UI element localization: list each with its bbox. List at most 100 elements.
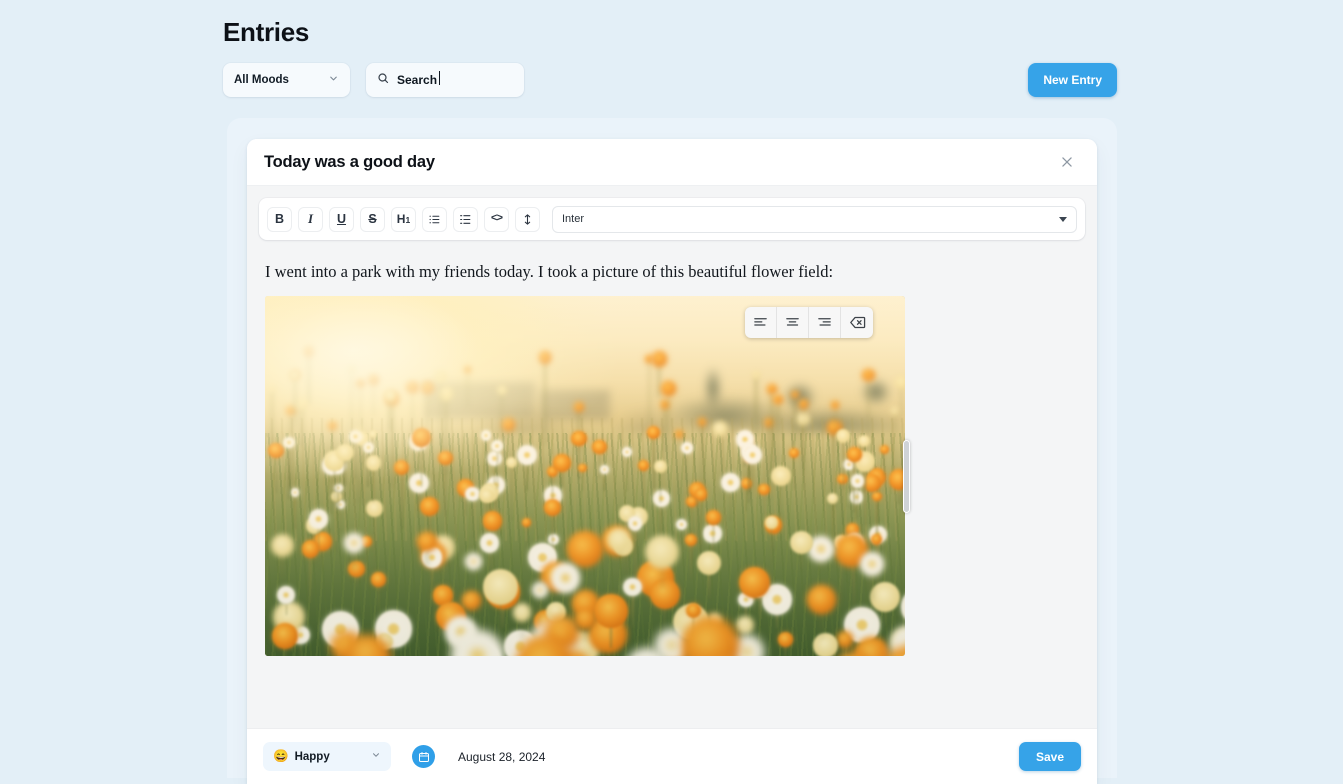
image-flower — [291, 488, 300, 497]
image-flower — [767, 384, 777, 394]
image-flower — [502, 418, 515, 431]
image-flower — [837, 631, 854, 648]
image-flower — [420, 497, 439, 516]
entry-image[interactable] — [265, 296, 905, 656]
mood-label: Happy — [295, 751, 330, 763]
code-block-button[interactable]: <> — [484, 207, 509, 232]
heading-1-button[interactable]: H1 — [391, 207, 416, 232]
image-flower — [661, 381, 676, 396]
strikethrough-button[interactable]: S — [360, 207, 385, 232]
image-flower — [272, 623, 298, 649]
image-flower — [522, 518, 531, 527]
underline-button[interactable]: U — [329, 207, 354, 232]
image-flower — [872, 492, 881, 501]
image-flower-stem — [582, 470, 583, 491]
image-flower-stem — [472, 498, 473, 539]
image-flowers-layer — [265, 296, 905, 656]
image-flower — [790, 531, 813, 554]
image-flower-stem — [340, 508, 341, 533]
image-flower-stem — [526, 461, 527, 491]
image-flower-stem — [389, 398, 390, 429]
image-flower — [268, 385, 275, 392]
image-flower-stem — [849, 468, 850, 507]
close-icon — [1060, 155, 1074, 169]
image-flower-stem — [752, 460, 753, 487]
image-flower — [497, 385, 507, 395]
mood-select[interactable]: 😄 Happy — [263, 742, 391, 771]
image-flower-stem — [634, 528, 635, 581]
chevron-down-icon — [371, 750, 381, 763]
image-flower-stem — [771, 392, 772, 476]
close-entry-button[interactable] — [1054, 149, 1080, 175]
image-flower-stem — [366, 545, 367, 570]
image-flower — [827, 493, 838, 504]
entry-card-shell: Today was a good day B I U S H1 — [227, 118, 1117, 778]
image-flower-stem — [391, 403, 392, 488]
image-flower-stem — [497, 450, 498, 490]
ordered-list-button[interactable] — [453, 207, 478, 232]
image-flower — [271, 534, 294, 557]
image-flower-stem — [632, 593, 633, 629]
image-flower-stem — [418, 447, 419, 475]
entry-title: Today was a good day — [264, 153, 435, 172]
image-flower — [438, 451, 452, 465]
image-flower — [462, 591, 481, 610]
save-button[interactable]: Save — [1019, 742, 1081, 771]
image-flower-stem — [351, 371, 352, 439]
mood-filter-select[interactable]: All Moods — [223, 63, 350, 97]
image-delete-button[interactable] — [841, 307, 873, 338]
image-flower-stem — [713, 522, 714, 551]
image-flower — [752, 371, 760, 379]
image-flower — [686, 603, 701, 618]
image-flower — [870, 582, 900, 612]
image-flower — [394, 460, 409, 475]
image-align-center-button[interactable] — [777, 307, 809, 338]
image-flower — [487, 451, 502, 466]
image-flower — [765, 516, 777, 528]
line-height-button[interactable] — [515, 207, 540, 232]
image-flower — [739, 567, 770, 598]
italic-button[interactable]: I — [298, 207, 323, 232]
image-flower — [296, 397, 308, 409]
image-flower — [831, 401, 839, 409]
image-flower-stem — [511, 466, 512, 521]
image-flower-stem — [864, 468, 865, 525]
ordered-list-icon — [459, 213, 472, 226]
image-flower — [807, 585, 836, 614]
image-flower — [334, 484, 343, 493]
mood-emoji-icon: 😄 — [273, 750, 289, 763]
image-flower-stem — [700, 499, 701, 555]
image-flower — [721, 473, 740, 492]
image-flower-stem — [431, 564, 432, 593]
image-flower — [302, 540, 319, 557]
page-title: Entries — [223, 17, 309, 48]
entry-image-block[interactable] — [265, 296, 905, 656]
image-flower-stem — [746, 487, 747, 511]
bold-button[interactable]: B — [267, 207, 292, 232]
image-flower — [647, 426, 660, 439]
image-resize-handle[interactable] — [903, 440, 910, 513]
document-content[interactable]: I went into a park with my friends today… — [259, 260, 1085, 656]
image-flower — [575, 609, 596, 630]
bullet-list-button[interactable] — [422, 207, 447, 232]
image-flower-stem — [658, 364, 659, 397]
editor-body: B I U S H1 <> — [247, 186, 1097, 728]
image-flower — [506, 457, 517, 468]
entry-date[interactable]: August 28, 2024 — [458, 750, 545, 764]
search-input[interactable]: Search — [366, 63, 524, 97]
image-floating-toolbar — [745, 307, 873, 338]
image-flower-stem — [794, 456, 795, 489]
image-flower — [567, 531, 603, 567]
image-flower — [847, 447, 862, 462]
image-flower-stem — [374, 513, 375, 568]
new-entry-button[interactable]: New Entry — [1028, 63, 1117, 97]
image-flower — [491, 440, 503, 452]
image-flower — [348, 561, 364, 577]
image-align-right-button[interactable] — [809, 307, 841, 338]
image-align-left-button[interactable] — [745, 307, 777, 338]
font-family-select[interactable]: Inter — [552, 206, 1077, 233]
formatting-toolbar: B I U S H1 <> — [259, 198, 1085, 240]
image-flower — [483, 569, 518, 604]
calendar-icon[interactable] — [412, 745, 435, 768]
image-flower-stem — [803, 407, 804, 487]
